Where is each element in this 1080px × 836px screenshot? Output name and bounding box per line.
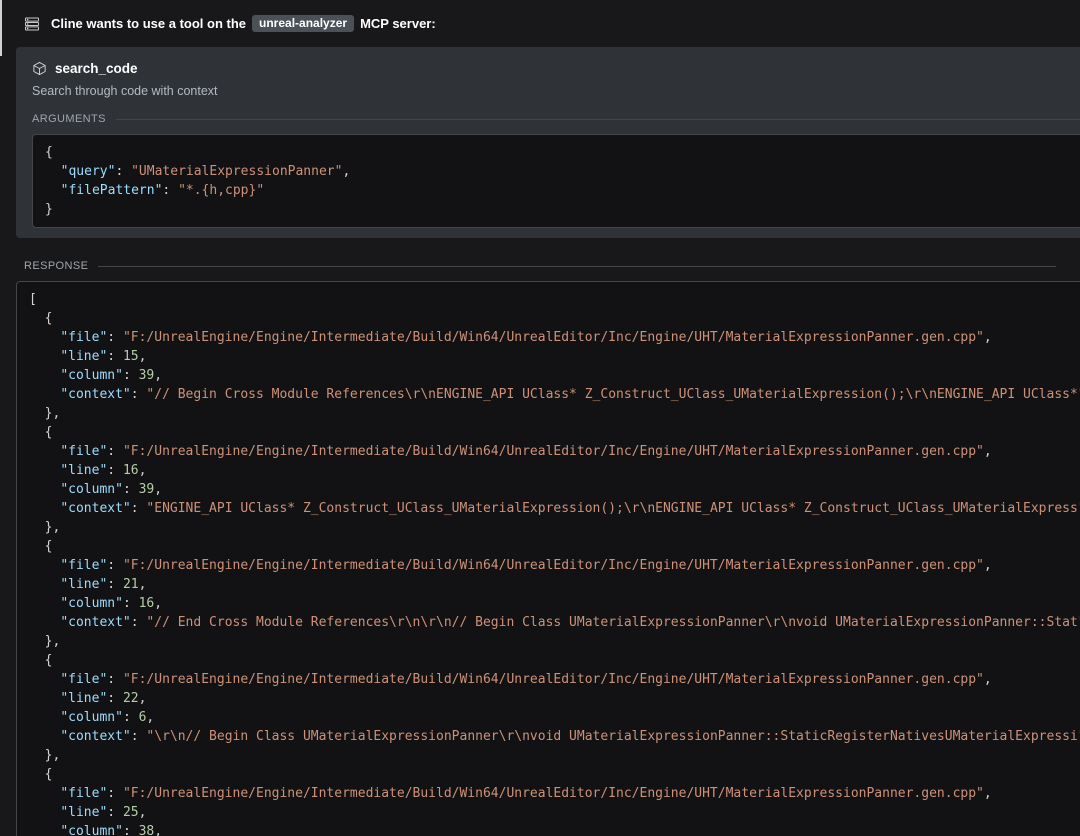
server-badge: unreal-analyzer	[252, 15, 355, 32]
server-icon	[24, 16, 40, 32]
response-label: RESPONSE	[24, 260, 1056, 272]
header-title: Cline wants to use a tool on the unreal-…	[51, 15, 436, 32]
tool-package-icon	[32, 61, 47, 76]
tool-card: search_code Search through code with con…	[16, 47, 1080, 238]
tool-header-row: search_code	[32, 61, 1080, 76]
header-title-prefix: Cline wants to use a tool on the	[51, 16, 247, 31]
response-code-block[interactable]: [ { "file": "F:/UnrealEngine/Engine/Inte…	[16, 281, 1080, 836]
arguments-code-block[interactable]: { "query": "UMaterialExpressionPanner", …	[32, 134, 1080, 228]
header-title-suffix: MCP server:	[360, 16, 436, 31]
tool-name: search_code	[55, 61, 138, 76]
header: Cline wants to use a tool on the unreal-…	[0, 0, 1080, 43]
arguments-label: ARGUMENTS	[32, 113, 1080, 125]
tool-description: Search through code with context	[32, 84, 218, 98]
left-scroll-indicator	[0, 0, 2, 56]
mcp-tool-approval-view: Cline wants to use a tool on the unreal-…	[0, 0, 1080, 836]
